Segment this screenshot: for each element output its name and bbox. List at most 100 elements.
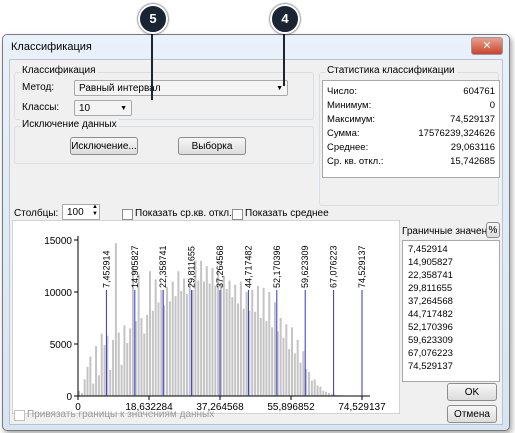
show-mean-checkbox[interactable] xyxy=(232,209,243,220)
list-item[interactable]: 37,264568 xyxy=(408,296,453,309)
histogram-bar xyxy=(126,342,129,396)
list-item[interactable]: 74,529137 xyxy=(408,361,453,374)
histogram-bar xyxy=(83,379,86,396)
histogram-bar xyxy=(256,285,259,396)
stats-label: Сумма: xyxy=(327,128,360,139)
histogram-bar xyxy=(231,297,234,396)
break-label: 74,529137 xyxy=(357,245,367,288)
x-tick-label: 55,896852 xyxy=(267,402,315,413)
histogram-bar xyxy=(214,285,217,396)
stats-label: Ср. кв. откл.: xyxy=(327,156,384,167)
histogram-bar xyxy=(259,318,262,396)
y-tick-label: 15000 xyxy=(44,236,72,247)
stats-value: 15,742685 xyxy=(450,156,495,167)
snap-label: Привязать границы к значениям данных xyxy=(27,409,215,420)
histogram-bar xyxy=(177,271,180,396)
exclusion-button[interactable]: Исключение... xyxy=(70,137,138,155)
break-label: 37,264568 xyxy=(215,245,225,288)
exclusion-group-label: Исключение данных xyxy=(20,119,119,130)
histogram-bar xyxy=(302,351,305,396)
histogram-bar xyxy=(262,287,265,396)
break-values-header: Граничные значения xyxy=(402,226,499,237)
list-item[interactable]: 59,623309 xyxy=(408,335,453,348)
histogram-bar xyxy=(171,281,174,396)
histogram-bar xyxy=(137,274,140,396)
break-label: 44,717482 xyxy=(243,245,253,288)
y-tick-label: 10000 xyxy=(44,288,72,299)
stats-row: Среднее: 29,063116 xyxy=(327,142,495,156)
list-item[interactable]: 7,452914 xyxy=(408,244,448,257)
histogram-bar xyxy=(129,328,132,396)
list-item[interactable]: 22,358741 xyxy=(408,270,453,283)
columns-label: Столбцы: xyxy=(14,208,59,219)
ok-button[interactable]: OK xyxy=(447,383,497,401)
histogram-bar xyxy=(157,302,160,396)
stats-row: Сумма: 17576239,324626 xyxy=(327,128,495,142)
break-label: 52,170396 xyxy=(272,245,282,288)
columns-spinner[interactable]: 100 ▲ ▼ xyxy=(62,204,100,220)
cancel-button[interactable]: Отмена xyxy=(447,405,497,423)
break-values-list[interactable]: 7,452914 14,905827 22,358741 29,811655 3… xyxy=(402,240,500,382)
y-tick-label: 5000 xyxy=(50,340,73,351)
show-mean-label: Показать среднее xyxy=(245,208,329,219)
break-label: 29,811655 xyxy=(187,246,197,288)
show-std-checkbox[interactable] xyxy=(122,209,133,220)
columns-value: 100 xyxy=(67,207,84,218)
histogram-bar xyxy=(89,356,92,396)
histogram-bar xyxy=(237,303,240,396)
histogram-bar xyxy=(291,327,293,396)
histogram-bar xyxy=(288,349,291,396)
histogram-bar xyxy=(316,385,319,396)
histogram-bar xyxy=(293,353,296,396)
histogram-bar xyxy=(225,288,228,396)
histogram-bar xyxy=(114,243,117,396)
histogram-bar xyxy=(308,372,311,396)
histogram-bar xyxy=(120,364,123,396)
list-item[interactable]: 52,170396 xyxy=(408,322,453,335)
histogram-bar xyxy=(112,339,115,396)
histogram-bar xyxy=(228,280,231,396)
histogram-bar xyxy=(97,375,100,396)
spinner-arrows-icon[interactable]: ▲ ▼ xyxy=(92,204,98,218)
histogram-bar xyxy=(279,318,282,396)
stats-value: 17576239,324626 xyxy=(418,128,495,139)
histogram-bar xyxy=(143,333,146,396)
histogram-bar xyxy=(149,271,151,396)
break-label: 22,358741 xyxy=(158,245,168,288)
stats-value: 29,063116 xyxy=(450,142,495,153)
break-label: 7,452914 xyxy=(101,250,111,288)
sample-button[interactable]: Выборка xyxy=(178,137,246,155)
y-tick-label: 0 xyxy=(66,392,72,403)
histogram-bar xyxy=(265,321,268,396)
list-item[interactable]: 29,811655 xyxy=(408,283,452,296)
histogram-bar xyxy=(183,278,186,396)
histogram-bar xyxy=(319,386,322,396)
histogram-bar xyxy=(140,318,143,396)
histogram-bar xyxy=(100,333,103,396)
histogram-bar xyxy=(251,289,254,396)
list-item[interactable]: 14,905827 xyxy=(408,257,453,270)
histogram-bar xyxy=(200,260,203,396)
histogram-bar xyxy=(271,327,274,396)
list-item[interactable]: 44,717482 xyxy=(408,309,453,322)
histogram-bar xyxy=(273,302,276,396)
histogram-bar xyxy=(239,281,242,396)
histogram-bar xyxy=(86,366,89,396)
histogram-bar xyxy=(282,337,285,396)
exclusion-group xyxy=(14,126,314,164)
percent-button[interactable]: % xyxy=(486,222,500,238)
snap-checkbox[interactable] xyxy=(14,410,25,421)
histogram-bar xyxy=(166,286,169,396)
callout-5-marker: 5 xyxy=(138,4,168,34)
list-item[interactable]: 67,076223 xyxy=(408,348,453,361)
histogram-bar xyxy=(160,289,163,396)
histogram-bar xyxy=(208,283,211,396)
histogram-bar xyxy=(202,281,205,396)
histogram-bar xyxy=(188,281,191,396)
histogram-bar xyxy=(254,311,257,396)
callout-4-marker: 4 xyxy=(270,4,300,34)
histogram-bar xyxy=(268,292,271,396)
histogram-bar xyxy=(109,370,112,396)
histogram-chart: 1500010000500000 18,632284 37,264568 55,896… xyxy=(12,220,400,414)
histogram-bar xyxy=(222,276,225,396)
